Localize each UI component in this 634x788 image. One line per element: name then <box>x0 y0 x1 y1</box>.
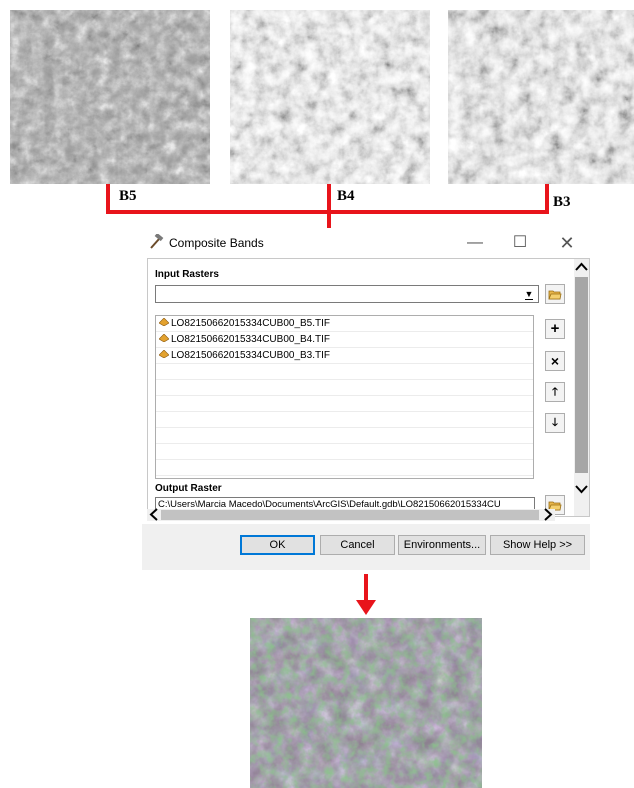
raster-layer-icon <box>159 318 169 327</box>
vertical-scrollbar[interactable] <box>574 259 589 516</box>
vertical-scroll-thumb[interactable] <box>575 277 588 473</box>
list-item-empty[interactable] <box>156 460 533 476</box>
show-help-button[interactable]: Show Help >> <box>490 535 585 555</box>
band-b3-image <box>448 10 634 184</box>
raster-name: LO82150662015334CUB00_B3.TIF <box>171 350 331 361</box>
move-down-button[interactable]: 🡓 <box>545 413 565 433</box>
band-label-b4: B4 <box>337 188 355 204</box>
dialog-title: Composite Bands <box>169 236 264 250</box>
move-up-button[interactable]: 🡑 <box>545 382 565 402</box>
dialog-button-bar: OK Cancel Environments... Show Help >> <box>142 524 590 570</box>
remove-raster-button[interactable]: × <box>545 351 565 371</box>
scroll-right-icon[interactable] <box>543 507 553 524</box>
list-item[interactable]: LO82150662015334CUB00_B4.TIF <box>156 332 533 348</box>
raster-name: LO82150662015334CUB00_B5.TIF <box>171 318 331 329</box>
arrow-down-icon <box>356 600 376 615</box>
chevron-down-icon[interactable]: ▼ <box>522 287 536 301</box>
close-button[interactable]: ✕ <box>552 231 582 255</box>
horizontal-scroll-thumb[interactable] <box>161 510 539 520</box>
add-raster-button[interactable]: + <box>545 319 565 339</box>
minimize-button[interactable]: — <box>460 231 490 255</box>
input-rasters-label: Input Rasters <box>155 269 219 280</box>
band-b4-image <box>230 10 430 184</box>
input-rasters-list[interactable]: LO82150662015334CUB00_B5.TIF LO821506620… <box>155 315 534 479</box>
scroll-down-icon[interactable] <box>574 481 589 497</box>
raster-layer-icon <box>159 350 169 359</box>
list-item[interactable]: LO82150662015334CUB00_B3.TIF <box>156 348 533 364</box>
band-label-b3: B3 <box>553 194 571 210</box>
maximize-button[interactable]: ☐ <box>505 231 535 255</box>
ok-button[interactable]: OK <box>240 535 315 555</box>
hammer-icon <box>147 232 165 250</box>
raster-name: LO82150662015334CUB00_B4.TIF <box>171 334 331 345</box>
composite-result-image <box>250 618 482 788</box>
list-item-empty[interactable] <box>156 364 533 380</box>
band-b5-image <box>10 10 210 184</box>
browse-input-button[interactable] <box>545 284 565 304</box>
environments-button[interactable]: Environments... <box>398 535 486 555</box>
list-item-empty[interactable] <box>156 396 533 412</box>
output-raster-label: Output Raster <box>155 483 222 494</box>
list-item-empty[interactable] <box>156 444 533 460</box>
horizontal-scrollbar[interactable] <box>147 507 555 524</box>
cancel-button[interactable]: Cancel <box>320 535 395 555</box>
list-item-empty[interactable] <box>156 412 533 428</box>
list-item[interactable]: LO82150662015334CUB00_B5.TIF <box>156 316 533 332</box>
dialog-titlebar[interactable]: Composite Bands — ☐ ✕ <box>142 228 590 258</box>
list-item-empty[interactable] <box>156 428 533 444</box>
list-item-empty[interactable] <box>156 380 533 396</box>
input-rasters-combo[interactable]: ▼ <box>155 285 539 303</box>
raster-layer-icon <box>159 334 169 343</box>
band-label-b5: B5 <box>119 188 137 204</box>
scroll-up-icon[interactable] <box>574 259 589 275</box>
tool-parameters-pane: Input Rasters ▼ LO82150662015334CUB00_B5… <box>147 258 590 517</box>
scroll-left-icon[interactable] <box>149 507 159 524</box>
composite-bands-dialog: Composite Bands — ☐ ✕ Input Rasters ▼ LO… <box>142 228 590 570</box>
folder-icon <box>548 290 562 300</box>
